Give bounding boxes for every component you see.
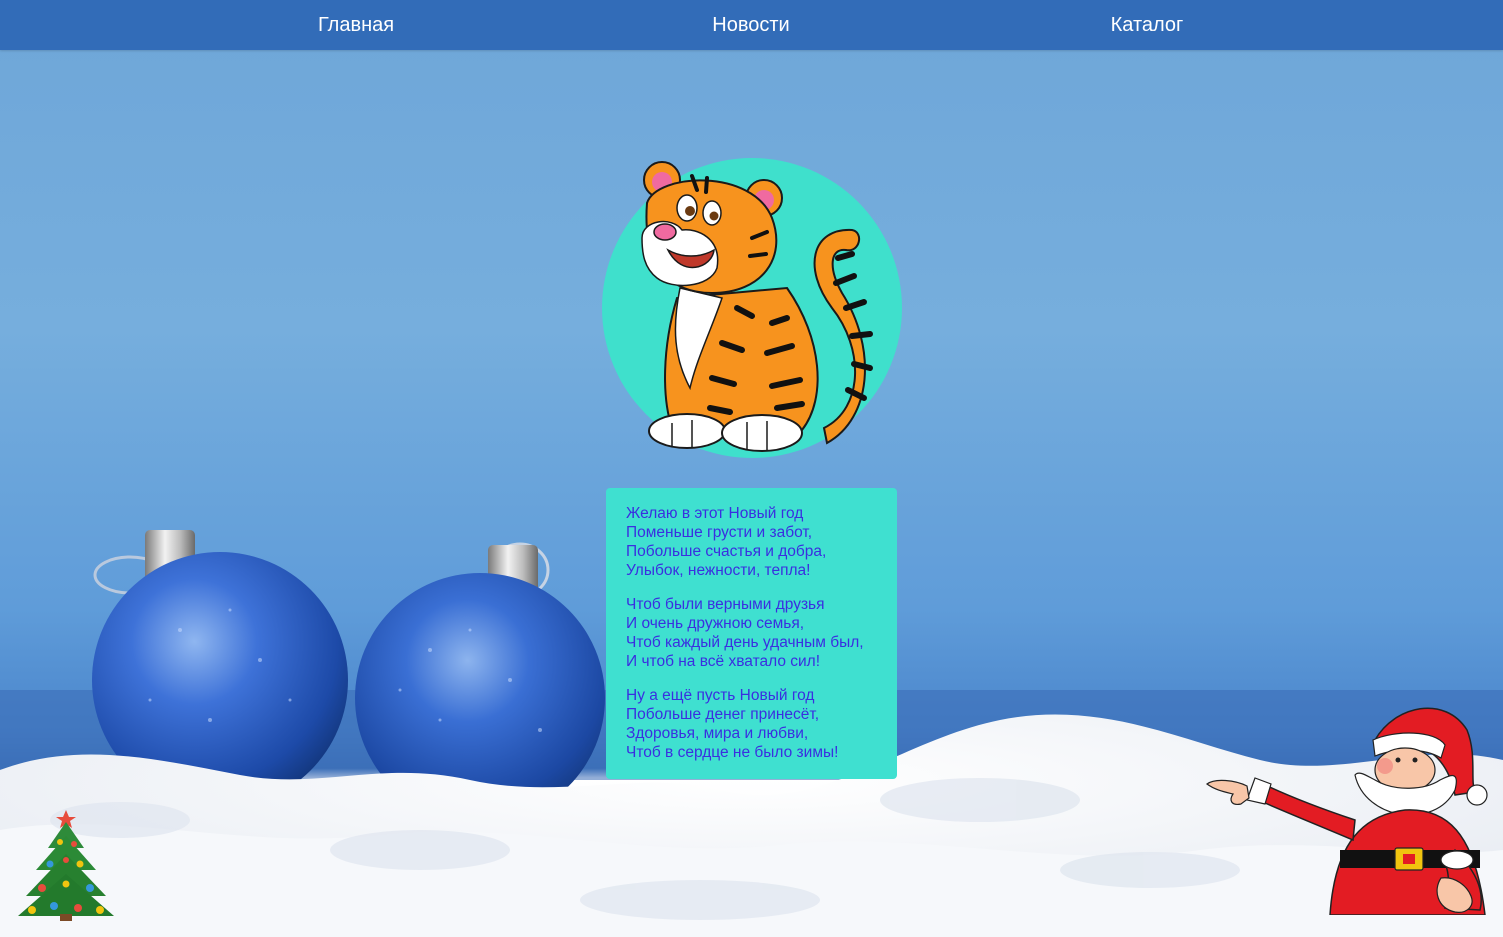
nav-link-news[interactable]: Новости (712, 0, 789, 50)
poem-line: Чтоб были верными друзья (626, 596, 825, 613)
nav-link-home[interactable]: Главная (318, 0, 394, 50)
tiger-image-circle (602, 158, 902, 458)
top-navigation: Главная Новости Каталог (0, 0, 1503, 50)
poem-line: И очень дружною семья, (626, 615, 805, 632)
poem-card: Желаю в этот Новый год Поменьше грусти и… (606, 488, 897, 779)
page: Главная Новости Каталог Желаю в этот Нов… (0, 0, 1503, 937)
christmas-tree-icon (18, 810, 114, 921)
poem-line: Ну а ещё пусть Новый год (626, 687, 815, 704)
poem-stanza-3: Ну а ещё пусть Новый год Побольше денег … (626, 686, 877, 762)
poem-stanza-2: Чтоб были верными друзья И очень дружною… (626, 595, 877, 671)
poem-line: Здоровья, мира и любви, (626, 725, 809, 742)
poem-line: Чтоб каждый день удачным был, (626, 634, 864, 651)
santa-claus-icon (1205, 707, 1488, 915)
poem-line: Побольше денег принесёт, (626, 706, 820, 723)
poem-stanza-1: Желаю в этот Новый год Поменьше грусти и… (626, 504, 877, 580)
nav-link-catalog[interactable]: Каталог (1111, 0, 1184, 50)
poem-line: И чтоб на всё хватало сил! (626, 653, 821, 670)
poem-line: Поменьше грусти и забот, (626, 524, 813, 541)
poem-line: Чтоб в сердце не было зимы! (626, 744, 839, 761)
tiger-illustration (641, 161, 873, 452)
poem-line: Желаю в этот Новый год (626, 505, 804, 522)
poem-line: Улыбок, нежности, тепла! (626, 562, 811, 579)
poem-line: Побольше счастья и добра, (626, 543, 827, 560)
